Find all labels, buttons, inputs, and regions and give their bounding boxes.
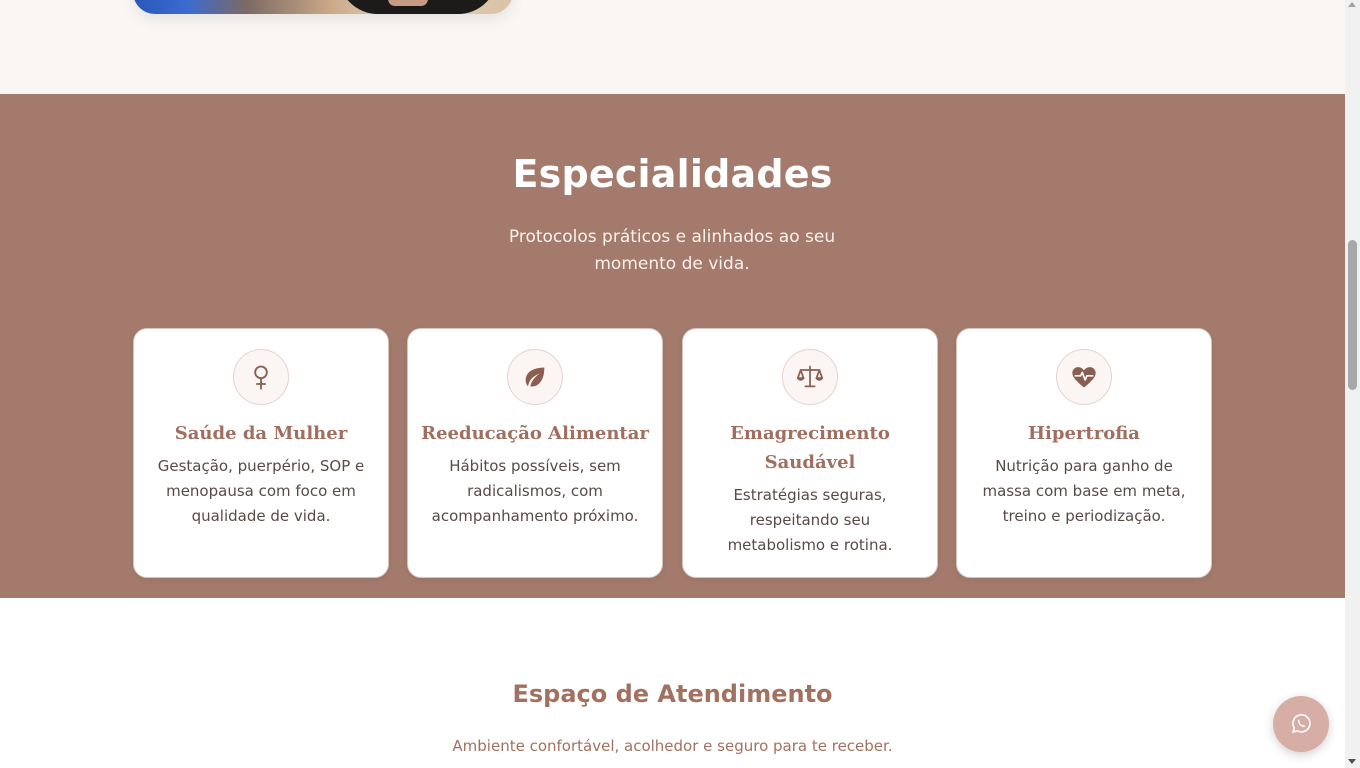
specialty-card-description: Gestação, puerpério, SOP e menopausa com…	[157, 457, 365, 525]
espaco-subtitle: Ambiente confortável, acolhedor e seguro…	[452, 737, 893, 755]
specialty-card-title: Saúde da Mulher	[174, 423, 348, 444]
specialty-card-title: Hipertrofia	[1028, 423, 1140, 444]
hero-section-bottom	[0, 0, 1345, 94]
heart-pulse-icon	[1056, 349, 1112, 405]
scale-balance-icon	[782, 349, 838, 405]
specialties-title: Especialidades	[512, 152, 833, 196]
specialty-card-title: Reeducação Alimentar	[421, 423, 649, 444]
page: Especialidades Protocolos práticos e ali…	[0, 0, 1345, 768]
specialty-card-emagrecimento: Emagrecimento Saudável Estratégias segur…	[682, 328, 938, 578]
whatsapp-icon	[1292, 714, 1311, 733]
whatsapp-button[interactable]	[1273, 696, 1329, 752]
venus-icon	[233, 349, 289, 405]
specialty-card-hipertrofia: Hipertrofia Nutrição para ganho de massa…	[956, 328, 1212, 578]
specialties-section: Especialidades Protocolos práticos e ali…	[0, 94, 1345, 598]
specialty-card-title: Emagrecimento Saudável	[730, 423, 890, 473]
specialty-card-reeducacao: Reeducação Alimentar Hábitos possíveis, …	[407, 328, 663, 578]
scrollbar-thumb[interactable]	[1348, 240, 1357, 390]
espaco-title: Espaço de Atendimento	[512, 680, 833, 708]
specialty-card-description: Nutrição para ganho de massa com base em…	[982, 457, 1186, 525]
specialty-card-saude-mulher: Saúde da Mulher Gestação, puerpério, SOP…	[133, 328, 389, 578]
scroll-down-arrow-icon[interactable]	[1348, 759, 1356, 764]
specialty-card-description: Estratégias seguras, respeitando seu met…	[727, 486, 893, 554]
specialty-card-description: Hábitos possíveis, sem radicalismos, com…	[431, 457, 639, 525]
leaf-icon	[507, 349, 563, 405]
hero-photo	[133, 0, 513, 14]
vertical-scrollbar[interactable]	[1345, 0, 1360, 768]
scroll-up-arrow-icon[interactable]	[1348, 2, 1356, 7]
specialties-subtitle: Protocolos práticos e alinhados ao seu m…	[508, 227, 836, 274]
